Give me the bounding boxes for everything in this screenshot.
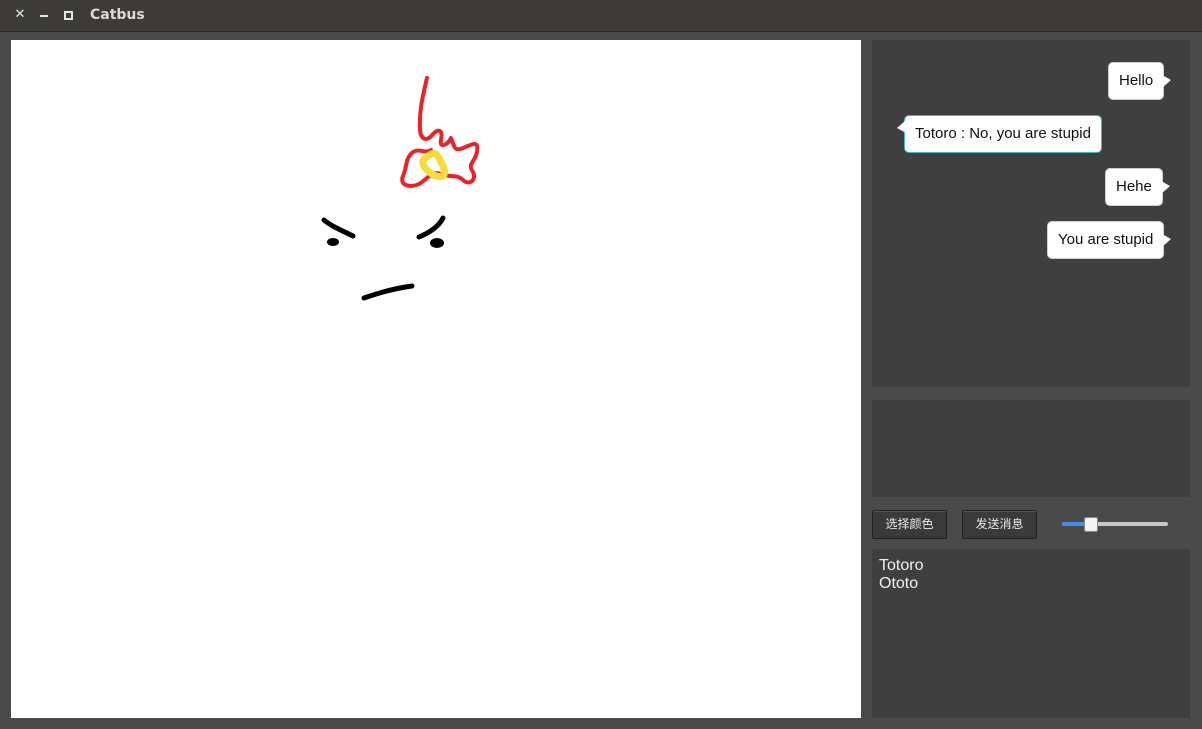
chat-message-bubble: Hehe (1105, 168, 1170, 206)
drawing-canvas[interactable] (11, 40, 861, 718)
mouth-stroke (361, 283, 415, 301)
window-title: Catbus (90, 7, 145, 23)
choose-color-button[interactable]: 选择颜色 (872, 510, 947, 539)
right-eyebrow-stroke (416, 215, 446, 240)
red-flame-stroke (400, 76, 480, 188)
chat-message-bubble: Totoro : No, you are stupid (897, 115, 1102, 153)
brush-size-slider[interactable] (1062, 516, 1168, 532)
right-eye (430, 238, 444, 248)
title-bar: ✕ Catbus (0, 0, 1202, 32)
user-list-item: Totoro (879, 557, 924, 574)
chat-history-panel[interactable]: Hello Totoro : No, you are stupid Hehe Y… (872, 40, 1190, 387)
yellow-spark-stroke (419, 149, 449, 180)
user-list-panel: Totoro Ototo (872, 549, 1190, 718)
message-input-field[interactable] (872, 400, 1190, 497)
left-eye (327, 238, 339, 246)
left-eyebrow-stroke (321, 217, 356, 239)
user-list-item: Ototo (879, 575, 919, 592)
slider-handle[interactable] (1084, 517, 1098, 532)
maximize-icon[interactable] (59, 6, 77, 24)
minimize-icon[interactable] (35, 6, 53, 24)
chat-message-bubble: You are stupid (1047, 221, 1172, 259)
send-message-button[interactable]: 发送消息 (962, 510, 1037, 539)
drawing-strokes (321, 76, 480, 301)
close-icon[interactable]: ✕ (11, 6, 29, 24)
chat-message-bubble: Hello (1108, 62, 1172, 100)
